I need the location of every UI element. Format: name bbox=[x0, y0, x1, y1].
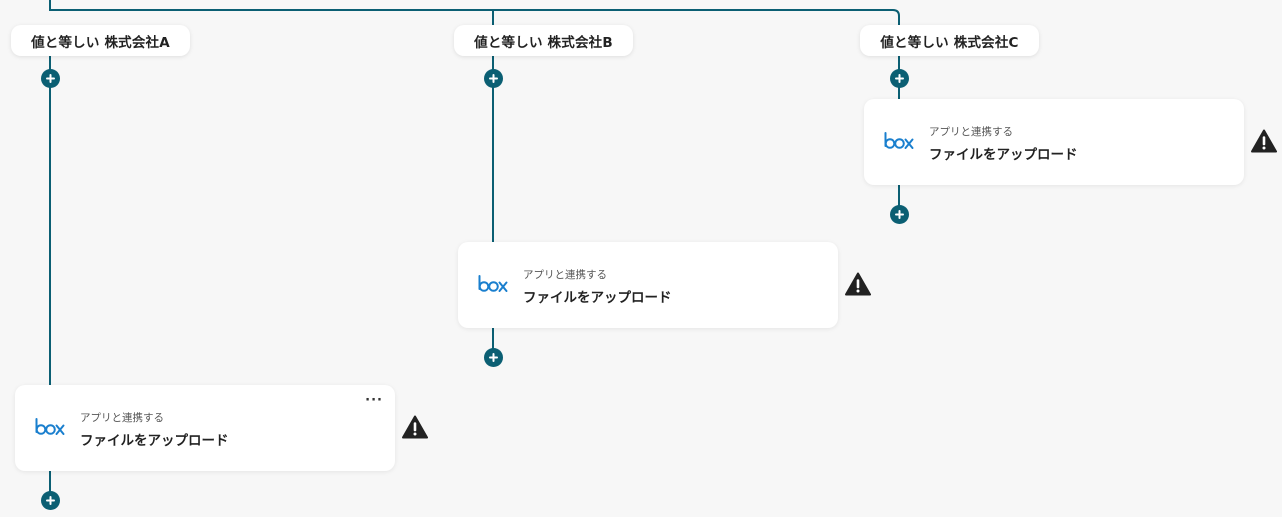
add-step-button[interactable] bbox=[890, 205, 909, 224]
flow-canvas: 値と等しい 株式会社A 値と等しい 株式会社B 値と等しい 株式会社C アプリと… bbox=[0, 0, 1282, 517]
step-card-upload-b[interactable]: アプリと連携する ファイルをアップロード bbox=[458, 242, 838, 328]
add-step-button[interactable] bbox=[484, 348, 503, 367]
box-logo-icon bbox=[478, 275, 508, 292]
warning-icon[interactable] bbox=[1251, 129, 1277, 153]
branch-condition-a[interactable]: 値と等しい 株式会社A bbox=[11, 25, 190, 56]
warning-icon[interactable] bbox=[845, 272, 871, 296]
card-title: ファイルをアップロード bbox=[80, 433, 229, 449]
plus-icon bbox=[489, 353, 498, 362]
add-step-button[interactable] bbox=[41, 491, 60, 510]
card-subtitle: アプリと連携する bbox=[929, 126, 1013, 138]
card-title: ファイルをアップロード bbox=[523, 290, 672, 306]
plus-icon bbox=[895, 74, 904, 83]
box-logo-icon bbox=[884, 132, 914, 149]
add-step-button[interactable] bbox=[484, 69, 503, 88]
box-logo-icon bbox=[35, 418, 65, 435]
add-step-button[interactable] bbox=[890, 69, 909, 88]
branch-condition-c[interactable]: 値と等しい 株式会社C bbox=[860, 25, 1039, 56]
plus-icon bbox=[46, 74, 55, 83]
card-subtitle: アプリと連携する bbox=[80, 412, 164, 424]
card-subtitle: アプリと連携する bbox=[523, 269, 607, 281]
add-step-button[interactable] bbox=[41, 69, 60, 88]
branch-condition-b[interactable]: 値と等しい 株式会社B bbox=[454, 25, 633, 56]
plus-icon bbox=[46, 496, 55, 505]
plus-icon bbox=[489, 74, 498, 83]
step-card-upload-c[interactable]: アプリと連携する ファイルをアップロード bbox=[864, 99, 1244, 185]
more-menu-icon[interactable]: ··· bbox=[365, 393, 383, 408]
card-title: ファイルをアップロード bbox=[929, 147, 1078, 163]
warning-icon[interactable] bbox=[402, 415, 428, 439]
step-card-upload-a[interactable]: アプリと連携する ファイルをアップロード ··· bbox=[15, 385, 395, 471]
plus-icon bbox=[895, 210, 904, 219]
